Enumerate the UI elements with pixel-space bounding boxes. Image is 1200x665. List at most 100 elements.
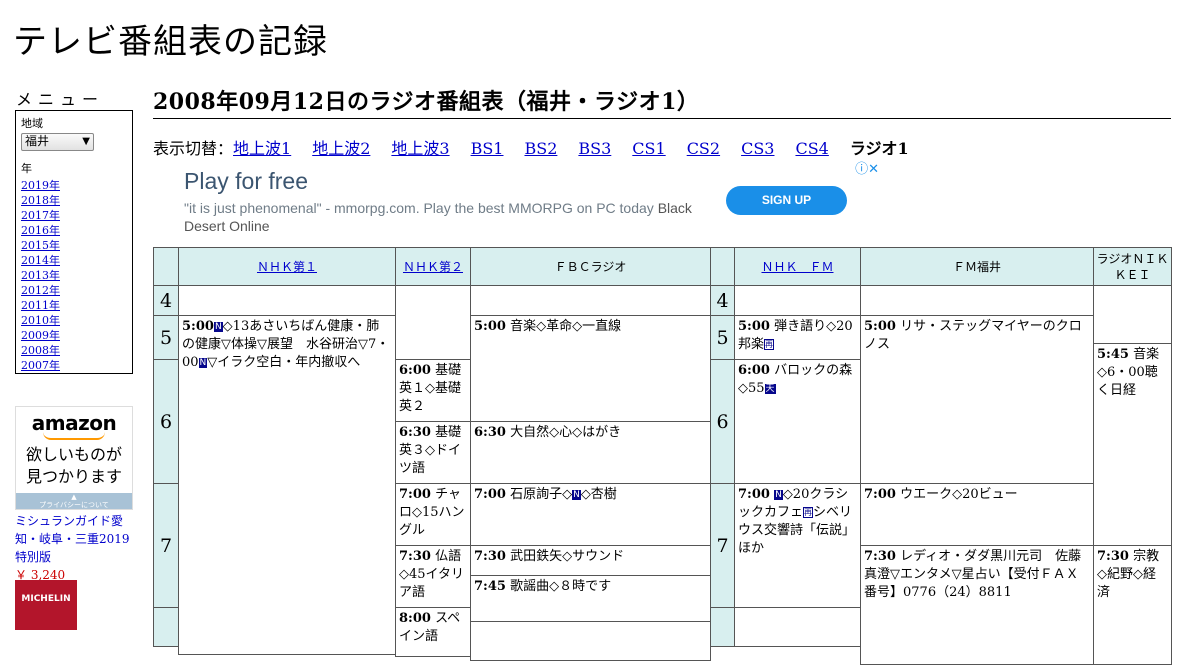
channel-header-nhk1: ＮＨＫ第１ — [178, 247, 396, 286]
year-link-2015[interactable]: 2015年 — [21, 238, 132, 253]
ad-body-text: "it is just phenomenal" - mmorpg.com. Pl… — [184, 200, 654, 216]
program-title: 大自然◇心◇はがき — [510, 425, 622, 440]
channel-header-fbc: ＦＢＣラジオ — [470, 247, 711, 286]
program-time: 5:00 — [864, 319, 896, 334]
program-cell-fmf-500: 5:00 リサ・ステッグマイヤーのクロノス — [860, 315, 1094, 484]
year-link-2013[interactable]: 2013年 — [21, 268, 132, 283]
game-ad-banner[interactable]: Play for free "it is just phenomenal" - … — [153, 156, 881, 244]
channel-link-nhk2[interactable]: ＮＨＫ第２ — [403, 259, 463, 275]
hour-cell-7-right: 7 — [710, 483, 735, 608]
program-title: リサ・ステッグマイヤーのクロノス — [864, 319, 1082, 352]
ad-signup-button[interactable]: SIGN UP — [726, 186, 847, 215]
chevron-up-icon: ▲ — [71, 493, 77, 501]
channel-link-nhkfm[interactable]: ＮＨＫ ＦＭ — [761, 259, 833, 275]
program-time: 6:00 — [399, 363, 431, 378]
program-time: 8:00 — [399, 611, 431, 626]
year-link-2011[interactable]: 2011年 — [21, 298, 132, 313]
hour-cell-7: 7 — [153, 483, 179, 608]
program-time: 6:30 — [399, 425, 431, 440]
program-cell-fbc-700: 7:00 石原詢子◇N◇杏樹 — [470, 483, 711, 546]
hour-cell-8 — [153, 607, 179, 647]
news-badge-icon: N — [198, 358, 208, 368]
ad-headline[interactable]: Play for free — [184, 168, 308, 195]
program-cell-empty — [178, 285, 396, 316]
privacy-link[interactable]: ▲ プライバシーについて — [16, 493, 132, 509]
program-time: 7:30 — [474, 549, 506, 564]
program-title: 音楽◇革命◇一直線 — [510, 319, 622, 334]
program-cell-fbc-630: 6:30 大自然◇心◇はがき — [470, 421, 711, 484]
region-label: 地域 — [21, 117, 43, 130]
year-link-2008[interactable]: 2008年 — [21, 343, 132, 358]
hour-cell-6: 6 — [153, 359, 179, 484]
year-link-2018[interactable]: 2018年 — [21, 193, 132, 208]
program-cell-nhk2-600: 6:00 基礎英１◇基礎英２ — [395, 359, 471, 422]
hour-cell-5: 5 — [153, 315, 179, 360]
program-cell-fmf-730: 7:30 レディオ・ダダ黒川元司 佐藤真澄▽エンタメ▽星占い【受付ＦＡＸ番号】0… — [860, 545, 1094, 665]
year-link-2014[interactable]: 2014年 — [21, 253, 132, 268]
chevron-down-icon: ▼ — [82, 136, 90, 147]
program-cell-nhk2-630: 6:30 基礎英３◇ドイツ語 — [395, 421, 471, 484]
program-time: 7:30 — [399, 549, 431, 564]
menu-title: メニュー — [16, 90, 105, 109]
year-link-2010[interactable]: 2010年 — [21, 313, 132, 328]
ad-body: "it is just phenomenal" - mmorpg.com. Pl… — [184, 199, 694, 235]
program-time: 5:00 — [738, 319, 770, 334]
program-cell-fbc-730: 7:30 武田鉄矢◇サウンド — [470, 545, 711, 576]
year-link-2017[interactable]: 2017年 — [21, 208, 132, 223]
news-badge-icon: N — [774, 490, 783, 500]
year-link-2009[interactable]: 2009年 — [21, 328, 132, 343]
program-title: 歌謡曲◇８時です — [510, 579, 612, 594]
program-time: 6:30 — [474, 425, 506, 440]
program-title-cont: ▽イラク空白・年内撤収へ — [207, 355, 361, 370]
close-icon[interactable]: ✕ — [868, 161, 879, 176]
region-select[interactable]: 福井 ▼ — [21, 133, 94, 151]
amazon-logo: amazon — [31, 411, 117, 435]
program-cell-fmf-700: 7:00 ウエーク◇20ビュー — [860, 483, 1094, 546]
rebroadcast-badge-icon: 再 — [803, 507, 814, 518]
channel-header-fmfukui: ＦＭ福井 — [860, 247, 1094, 286]
year-link-2012[interactable]: 2012年 — [21, 283, 132, 298]
channel-link-nhk1[interactable]: ＮＨＫ第１ — [257, 259, 317, 275]
schedule-grid: ＮＨＫ第１ ＮＨＫ第２ ＦＢＣラジオ ＮＨＫ ＦＭ ＦＭ福井 ラジオＮＩＫＫＥＩ… — [153, 247, 1172, 665]
amazon-ad[interactable]: amazon 欲しいものが 見つかります ▲ プライバシーについて — [15, 406, 133, 510]
news-badge-icon: N — [213, 322, 223, 332]
program-cell-nhk2-800: 8:00 スペイン語 — [395, 607, 471, 657]
program-cell-nikkei-730: 7:30 宗教◇紀野◇経済 — [1093, 545, 1172, 665]
year-link-2007[interactable]: 2007年 — [21, 358, 132, 373]
page-heading: 2008年09月12日のラジオ番組表（福井・ラジオ1） — [153, 84, 1171, 119]
hour-cell-4: 4 — [153, 285, 179, 316]
program-cell-fm-700: 7:00 N◇20クラシックカフェ再シベリウス交響詩「伝説」ほか — [734, 483, 861, 608]
hour-cell-8-right — [710, 607, 735, 647]
year-link-2019[interactable]: 2019年 — [21, 178, 132, 193]
program-cell-fbc-500: 5:00 音楽◇革命◇一直線 — [470, 315, 711, 422]
book-title[interactable]: ミシュランガイド愛知・岐阜・三重2019特別版 — [15, 512, 137, 566]
program-title: 武田鉄矢◇サウンド — [510, 549, 625, 564]
program-cell-nhk2-730: 7:30 仏語◇45イタリア語 — [395, 545, 471, 608]
privacy-label: プライバシーについて — [39, 501, 109, 509]
program-time: 7:00 — [738, 487, 770, 502]
year-list: 2019年 2018年 2017年 2016年 2015年 2014年 2013… — [21, 178, 132, 373]
site-title: テレビ番組表の記録 — [13, 22, 328, 62]
program-cell-nhk2-700: 7:00 チャロ◇15ハングル — [395, 483, 471, 546]
channel-header-nhkfm: ＮＨＫ ＦＭ — [734, 247, 861, 286]
ad-close[interactable]: ⓘ✕ — [855, 158, 879, 177]
year-link-2016[interactable]: 2016年 — [21, 223, 132, 238]
program-title-cont: ◇杏樹 — [580, 487, 617, 502]
program-cell-empty — [860, 285, 1094, 316]
program-title: ウエーク◇20ビュー — [900, 487, 1018, 502]
hour-cell-4-right: 4 — [710, 285, 735, 316]
amazon-ad-line2: 見つかります — [25, 467, 122, 486]
program-cell-fbc-745: 7:45 歌謡曲◇８時です — [470, 575, 711, 622]
program-time: 6:00 — [738, 363, 770, 378]
weather-badge-icon: 天 — [764, 384, 776, 394]
program-cell-nikkei-545: 5:45 音楽◇6・00聴く日経 — [1093, 343, 1172, 546]
program-cell-empty — [1093, 285, 1172, 344]
program-cell-empty — [734, 285, 861, 316]
info-icon[interactable]: ⓘ — [855, 161, 868, 176]
amazon-ad-line1: 欲しいものが — [25, 445, 122, 464]
book-ad[interactable]: ミシュランガイド愛知・岐阜・三重2019特別版 ￥ 3,240 — [15, 512, 137, 584]
region-select-value: 福井 — [25, 134, 50, 148]
program-cell-fm-600: 6:00 バロックの森◇55天 — [734, 359, 861, 484]
corner-cell — [153, 247, 179, 286]
book-cover-image[interactable]: MICHELIN — [15, 580, 77, 630]
